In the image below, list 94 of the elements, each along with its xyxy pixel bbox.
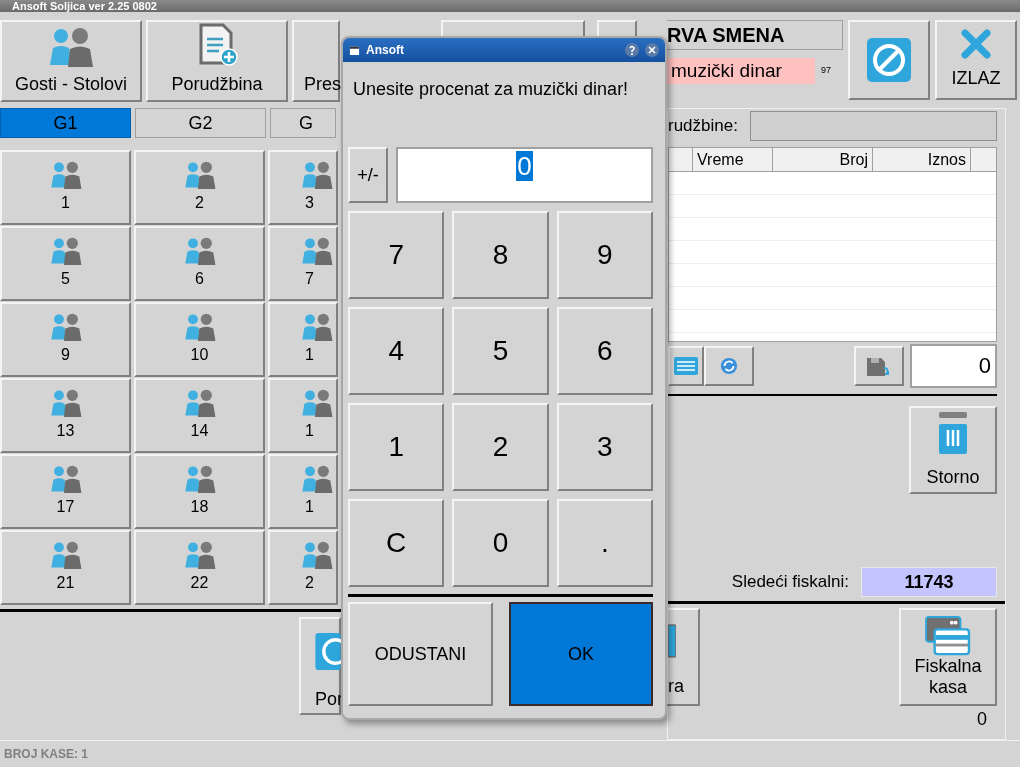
table-button[interactable]: 2 [268,530,338,605]
table-button[interactable]: 1 [0,150,131,225]
people-icon [182,236,217,265]
list-button[interactable] [668,346,704,386]
table-button[interactable]: 10 [134,302,265,377]
help-icon[interactable] [625,43,639,57]
table-button[interactable]: 21 [0,530,131,605]
close-icon [961,28,991,59]
total-field[interactable]: 0 [910,344,997,388]
table-button[interactable]: 5 [0,226,131,301]
people-icon [182,540,217,569]
group-tab[interactable]: G [270,108,336,138]
orders-label: rudžbine: [668,115,738,138]
save-button[interactable] [854,346,904,386]
table-button[interactable]: 1 [268,302,338,377]
people-icon [300,160,334,189]
people-icon [48,160,83,189]
next-fiscal-label: Sledeći fiskalni: [731,571,849,594]
column-header: Vreme [693,148,773,171]
refresh-icon [720,357,738,375]
exit-button[interactable]: IZLAZ [935,20,1017,100]
table-button[interactable]: 1 [268,378,338,453]
keypad-key[interactable]: 1 [348,403,445,491]
bottom-button[interactable]: Por [299,617,341,715]
people-icon [48,312,83,341]
value-field[interactable]: 0 [396,147,653,203]
fiscal-button[interactable]: Fiskalna kasa [899,608,997,706]
people-icon [300,312,334,341]
keypad-key[interactable]: 6 [556,307,653,395]
device-icon [668,623,676,659]
people-icon [182,464,217,493]
toolbar-button[interactable]: Pres [292,20,340,102]
group-tab[interactable]: G1 [0,108,131,138]
cancel-button[interactable]: ODUSTANI [348,602,493,706]
people-icon [48,236,83,265]
table-button[interactable]: 22 [134,530,265,605]
table-button[interactable]: 13 [0,378,131,453]
shift-name: RVA SMENA [667,23,785,48]
next-fiscal-value: 11743 [861,567,997,597]
dialog-title: Ansoft [366,42,405,59]
count-label: 0 [977,708,987,731]
people-icon [300,540,334,569]
window-title: Ansoft Soljica ver 2.25 0802 [12,0,157,12]
column-header: Iznos [873,148,971,171]
table-button[interactable]: 2 [134,150,265,225]
table-button[interactable]: 9 [0,302,131,377]
keypad-key[interactable]: 4 [348,307,445,395]
save-icon [867,356,891,376]
table-button[interactable]: 18 [134,454,265,529]
storno-button[interactable]: Storno [909,406,997,494]
column-header: Broj [773,148,873,171]
table-button[interactable]: 17 [0,454,131,529]
table-button[interactable]: 14 [134,378,265,453]
window-icon [349,44,360,56]
table-button[interactable]: 1 [268,454,338,529]
people-icon [300,388,334,417]
people-icon [182,160,217,189]
group-tab[interactable]: G2 [135,108,266,138]
table-button[interactable]: 7 [268,226,338,301]
refresh-button[interactable] [704,346,754,386]
order-field[interactable] [749,111,997,141]
cancel-button[interactable] [848,20,930,100]
people-icon [300,464,334,493]
keypad-key[interactable]: 8 [452,211,549,299]
keypad-key[interactable]: 0 [452,499,549,587]
keypad-key[interactable]: 5 [452,307,549,395]
count-label: 97 [821,64,831,78]
trash-icon [938,409,968,454]
cards-icon [925,616,971,656]
table-button[interactable]: 6 [134,226,265,301]
close-icon[interactable] [645,43,659,57]
keypad-key[interactable]: 9 [556,211,653,299]
dialog-prompt: Unesite procenat za muzički dinar! [353,78,630,101]
keypad-key[interactable]: 7 [348,211,445,299]
keypad-key[interactable]: . [556,499,653,587]
people-icon [300,236,334,265]
people-icon [48,464,83,493]
music-tax-label: muzički dinar [667,58,815,84]
keypad-key[interactable]: 2 [452,403,549,491]
people-icon [182,388,217,417]
people-icon [182,312,217,341]
table-button[interactable]: 3 [268,150,338,225]
status-text: BROJ KASE: 1 [4,746,89,763]
ok-button[interactable]: OK [509,602,653,706]
people-icon [47,27,95,67]
list-icon [674,357,698,375]
keypad-key[interactable]: 3 [556,403,653,491]
toolbar-button[interactable]: Gosti - Stolovi [0,20,142,102]
bottom-button[interactable]: ra [666,608,700,706]
keypad-key[interactable]: C [348,499,445,587]
sign-button[interactable]: +/- [348,147,388,203]
people-icon [48,388,83,417]
people-icon [48,540,83,569]
toolbar-button[interactable]: Porudžbina [146,20,288,102]
